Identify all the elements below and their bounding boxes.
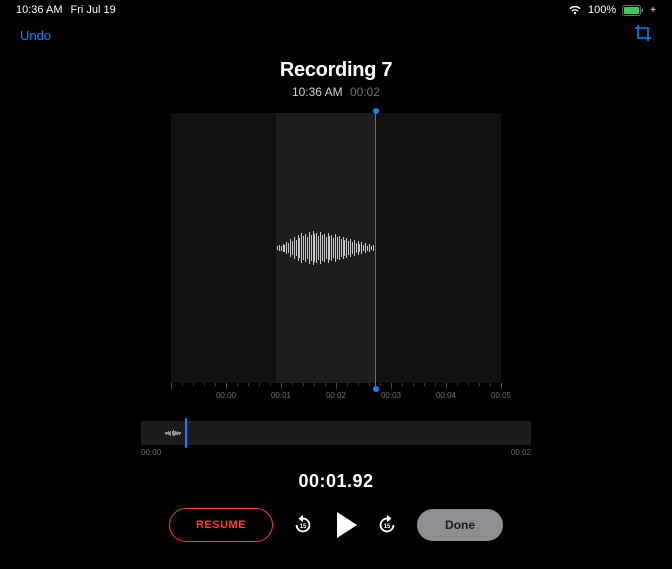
waveform-panel[interactable] xyxy=(171,113,501,383)
wifi-icon xyxy=(568,5,582,15)
editor-toolbar: Undo xyxy=(0,18,672,53)
overview-end-label: 00:02 xyxy=(511,448,531,457)
status-battery-pct: 100% xyxy=(588,4,616,16)
battery-icon xyxy=(622,5,644,16)
status-date: Fri Jul 19 xyxy=(70,4,115,16)
skip-forward-15-icon[interactable]: 15 xyxy=(375,513,399,537)
recording-header: Recording 7 10:36 AM 00:02 xyxy=(0,59,672,99)
play-button[interactable] xyxy=(333,512,357,538)
overview-waveform xyxy=(165,427,181,439)
undo-button[interactable]: Undo xyxy=(20,28,51,43)
charging-icon: + xyxy=(650,5,656,16)
current-time-display: 00:01.92 xyxy=(0,471,672,492)
ruler-label: 00:05 xyxy=(491,391,511,400)
status-bar: 10:36 AM Fri Jul 19 100% + xyxy=(0,0,672,18)
play-icon xyxy=(337,512,357,538)
trim-icon[interactable] xyxy=(634,24,652,47)
ruler-label: 00:03 xyxy=(381,391,401,400)
waveform xyxy=(276,223,375,273)
done-button[interactable]: Done xyxy=(417,509,503,541)
overview-start-label: 00:00 xyxy=(141,448,161,457)
status-time: 10:36 AM xyxy=(16,4,62,16)
overview-playhead[interactable] xyxy=(185,418,187,448)
overview-track[interactable] xyxy=(141,421,531,445)
ruler-label: 00:04 xyxy=(436,391,456,400)
ruler-label: 00:02 xyxy=(326,391,346,400)
recording-duration: 00:02 xyxy=(350,85,380,99)
playhead[interactable] xyxy=(375,111,376,389)
timeline-ruler xyxy=(171,383,501,389)
svg-text:15: 15 xyxy=(300,524,307,530)
ruler-label: 00:01 xyxy=(271,391,291,400)
skip-back-15-icon[interactable]: 15 xyxy=(291,513,315,537)
resume-button[interactable]: RESUME xyxy=(169,508,273,542)
recording-title[interactable]: Recording 7 xyxy=(0,59,672,82)
svg-text:15: 15 xyxy=(384,524,391,530)
recording-time-of-day: 10:36 AM xyxy=(292,85,343,99)
timeline-labels: 00:0000:0100:0200:0300:0400:05 xyxy=(171,391,501,403)
ruler-label: 00:00 xyxy=(216,391,236,400)
playback-controls: RESUME 15 15 Done xyxy=(0,508,672,542)
